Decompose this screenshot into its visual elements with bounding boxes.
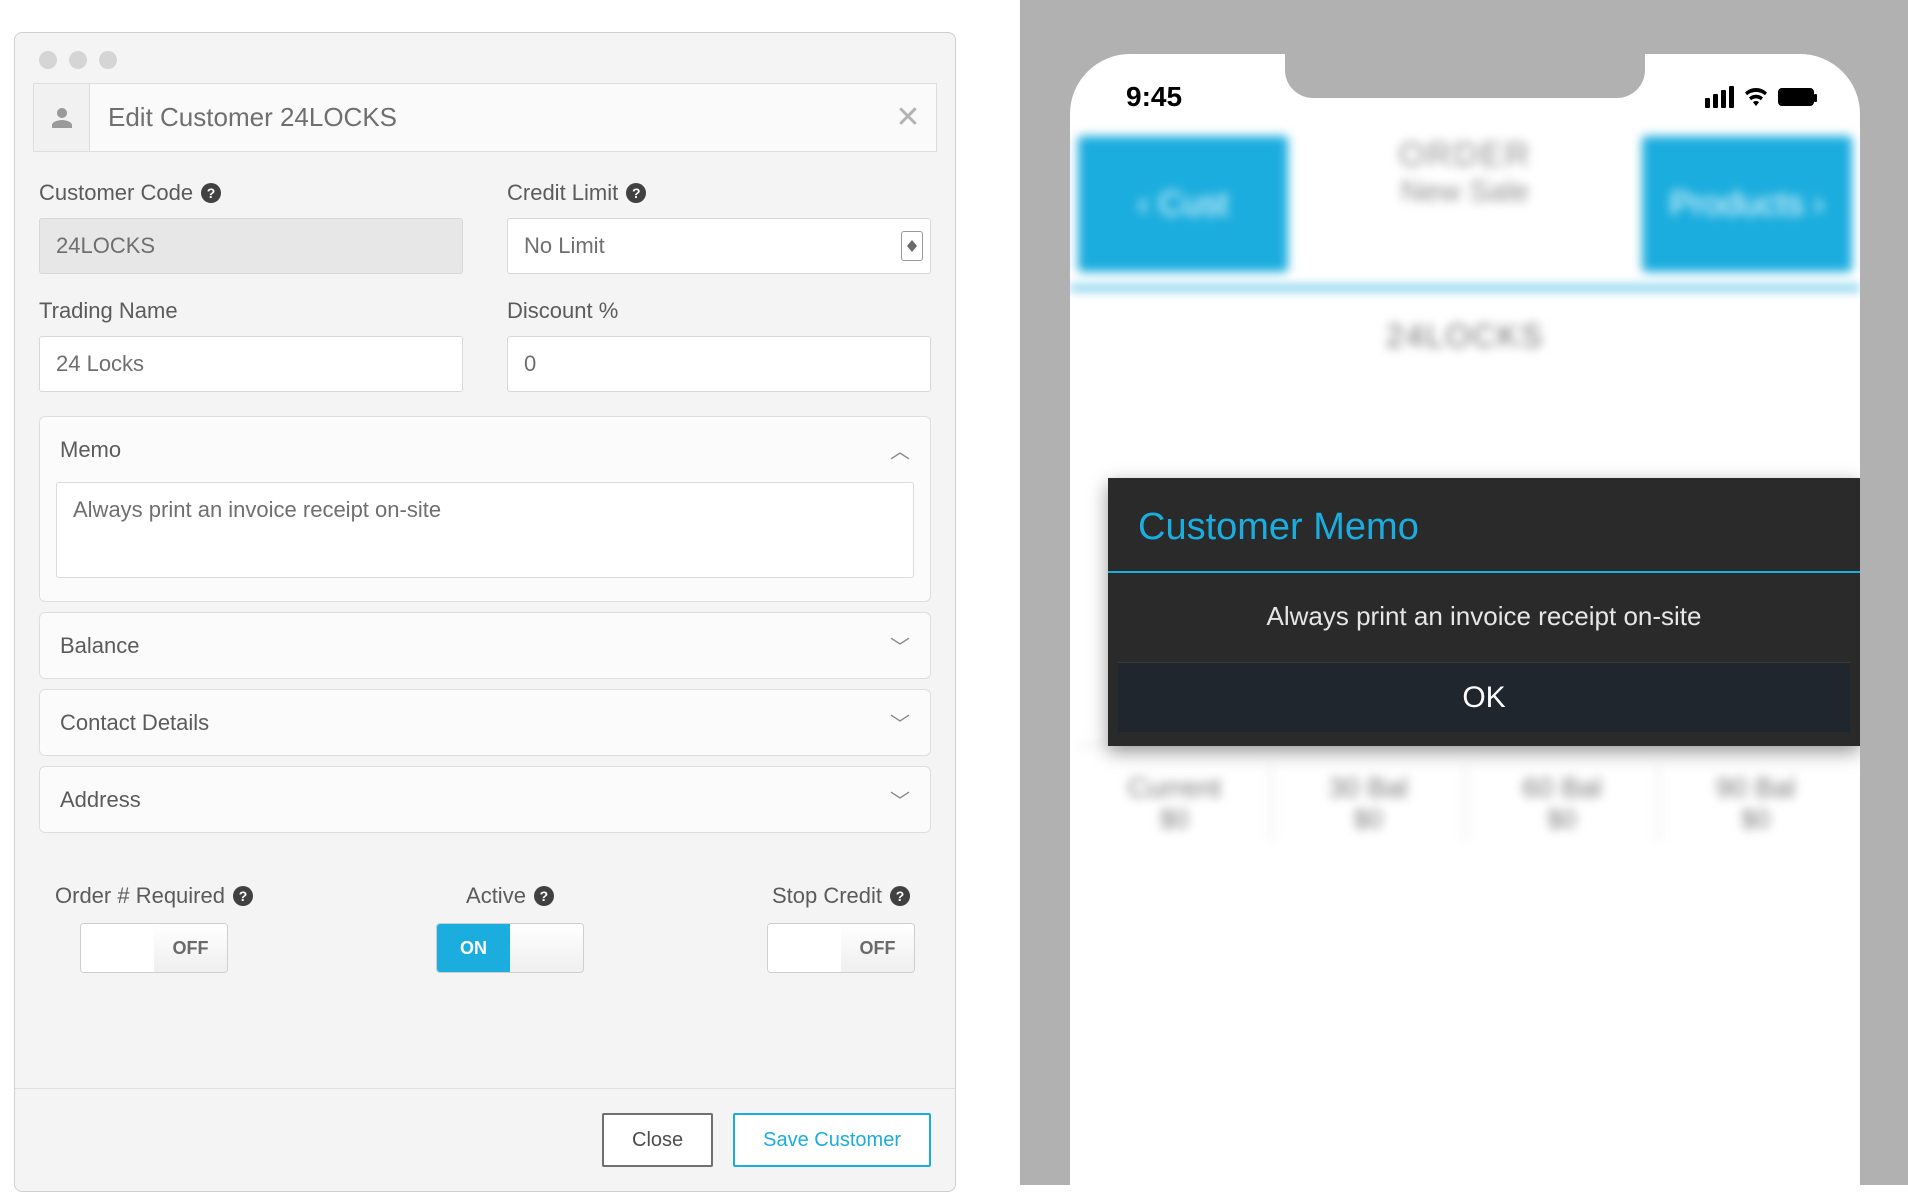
- customer-code-label: Customer Code ?: [39, 180, 463, 206]
- dialog-title: Edit Customer 24LOCKS: [90, 84, 880, 151]
- help-icon[interactable]: ?: [233, 886, 253, 906]
- battery-icon: [1778, 88, 1814, 106]
- order-required-toggle[interactable]: OFF: [80, 923, 228, 973]
- memo-header[interactable]: Memo ︿: [40, 417, 930, 482]
- section-label: Balance: [60, 633, 140, 659]
- chevron-down-icon: ﹀: [890, 631, 910, 660]
- section-label: Memo: [60, 437, 121, 463]
- number-stepper-icon[interactable]: [901, 231, 923, 261]
- user-icon: [34, 84, 90, 151]
- chevron-up-icon: ︿: [890, 435, 910, 464]
- balance-cell: 30 Bal$0: [1272, 766, 1466, 841]
- label-text: Active: [466, 883, 526, 909]
- chevron-down-icon: ﹀: [890, 708, 910, 737]
- ok-button[interactable]: OK: [1118, 662, 1850, 732]
- label-text: Stop Credit: [772, 883, 882, 909]
- label-text: Order # Required: [55, 883, 225, 909]
- label-text: Trading Name: [39, 298, 178, 324]
- memo-textarea[interactable]: [56, 482, 914, 578]
- contact-details-section: Contact Details ﹀: [39, 689, 931, 756]
- address-section: Address ﹀: [39, 766, 931, 833]
- phone-frame: 9:45 ‹ Cust ORDER New Sale Products › 24…: [1070, 54, 1860, 1185]
- balance-label: 30 Bal: [1272, 772, 1465, 804]
- stop-credit-toggle[interactable]: OFF: [767, 923, 915, 973]
- order-header: ORDER New Sale: [1288, 136, 1642, 272]
- customer-name: 24LOCKS: [1070, 290, 1860, 375]
- dialog-title-bar: Edit Customer 24LOCKS ✕: [33, 83, 937, 152]
- customer-code-input: [39, 218, 463, 274]
- signal-icon: [1705, 86, 1734, 108]
- balance-value: $0: [1659, 804, 1852, 835]
- discount-input[interactable]: [507, 336, 931, 392]
- window-controls: [15, 33, 955, 79]
- mobile-preview-panel: 9:45 ‹ Cust ORDER New Sale Products › 24…: [1020, 0, 1908, 1185]
- cust-back-button[interactable]: ‹ Cust: [1078, 136, 1288, 272]
- credit-limit-input[interactable]: [507, 218, 931, 274]
- status-icons: [1705, 86, 1814, 108]
- discount-label: Discount %: [507, 298, 931, 324]
- wifi-icon: [1744, 88, 1768, 106]
- balance-label: 90 Bal: [1659, 772, 1852, 804]
- memo-overlay-title: Customer Memo: [1108, 478, 1860, 571]
- help-icon[interactable]: ?: [201, 183, 221, 203]
- stop-credit-label: Stop Credit ?: [767, 883, 915, 909]
- section-label: Address: [60, 787, 141, 813]
- chevron-down-icon: ﹀: [890, 785, 910, 814]
- toggle-state: OFF: [154, 924, 227, 972]
- balance-value: $0: [1078, 804, 1271, 835]
- balance-cell: 90 Bal$0: [1659, 766, 1852, 841]
- trading-name-input[interactable]: [39, 336, 463, 392]
- label-text: Credit Limit: [507, 180, 618, 206]
- mac-minimize-dot[interactable]: [69, 51, 87, 69]
- label-text: Customer Code: [39, 180, 193, 206]
- balance-cell: 60 Bal$0: [1466, 766, 1660, 841]
- phone-notch: [1285, 54, 1645, 98]
- mac-close-dot[interactable]: [39, 51, 57, 69]
- address-header[interactable]: Address ﹀: [40, 767, 930, 832]
- balance-row: Current$030 Bal$060 Bal$090 Bal$0: [1078, 745, 1852, 841]
- mac-zoom-dot[interactable]: [99, 51, 117, 69]
- balance-cell: Current$0: [1078, 766, 1272, 841]
- close-button[interactable]: Close: [602, 1113, 713, 1167]
- save-customer-button[interactable]: Save Customer: [733, 1113, 931, 1167]
- balance-value: $0: [1466, 804, 1659, 835]
- trading-name-label: Trading Name: [39, 298, 463, 324]
- toggle-row: Order # Required ? OFF Active ? ON: [31, 843, 939, 997]
- header-title: ORDER: [1288, 136, 1642, 175]
- close-icon[interactable]: ✕: [880, 84, 936, 151]
- divider: [1070, 286, 1860, 290]
- products-button[interactable]: Products ›: [1642, 136, 1852, 272]
- active-label: Active ?: [436, 883, 584, 909]
- section-label: Contact Details: [60, 710, 209, 736]
- toggle-state: OFF: [841, 924, 914, 972]
- form-area: Customer Code ? Credit Limit ?: [15, 152, 955, 997]
- toggle-state: ON: [437, 924, 510, 972]
- memo-overlay-body: Always print an invoice receipt on-site: [1108, 573, 1860, 662]
- order-required-label: Order # Required ?: [55, 883, 253, 909]
- balance-label: Current: [1078, 772, 1271, 804]
- label-text: Discount %: [507, 298, 618, 324]
- active-toggle[interactable]: ON: [436, 923, 584, 973]
- balance-section: Balance ﹀: [39, 612, 931, 679]
- balance-header[interactable]: Balance ﹀: [40, 613, 930, 678]
- dialog-footer: Close Save Customer: [15, 1088, 955, 1191]
- contact-details-header[interactable]: Contact Details ﹀: [40, 690, 930, 755]
- status-time: 9:45: [1126, 81, 1182, 113]
- customer-memo-overlay: Customer Memo Always print an invoice re…: [1108, 478, 1860, 746]
- memo-section: Memo ︿: [39, 416, 931, 602]
- help-icon[interactable]: ?: [626, 183, 646, 203]
- credit-limit-label: Credit Limit ?: [507, 180, 931, 206]
- balance-value: $0: [1272, 804, 1465, 835]
- help-icon[interactable]: ?: [534, 886, 554, 906]
- balance-label: 60 Bal: [1466, 772, 1659, 804]
- edit-customer-dialog: Edit Customer 24LOCKS ✕ Customer Code ? …: [14, 32, 956, 1192]
- help-icon[interactable]: ?: [890, 886, 910, 906]
- header-subtitle: New Sale: [1288, 175, 1642, 209]
